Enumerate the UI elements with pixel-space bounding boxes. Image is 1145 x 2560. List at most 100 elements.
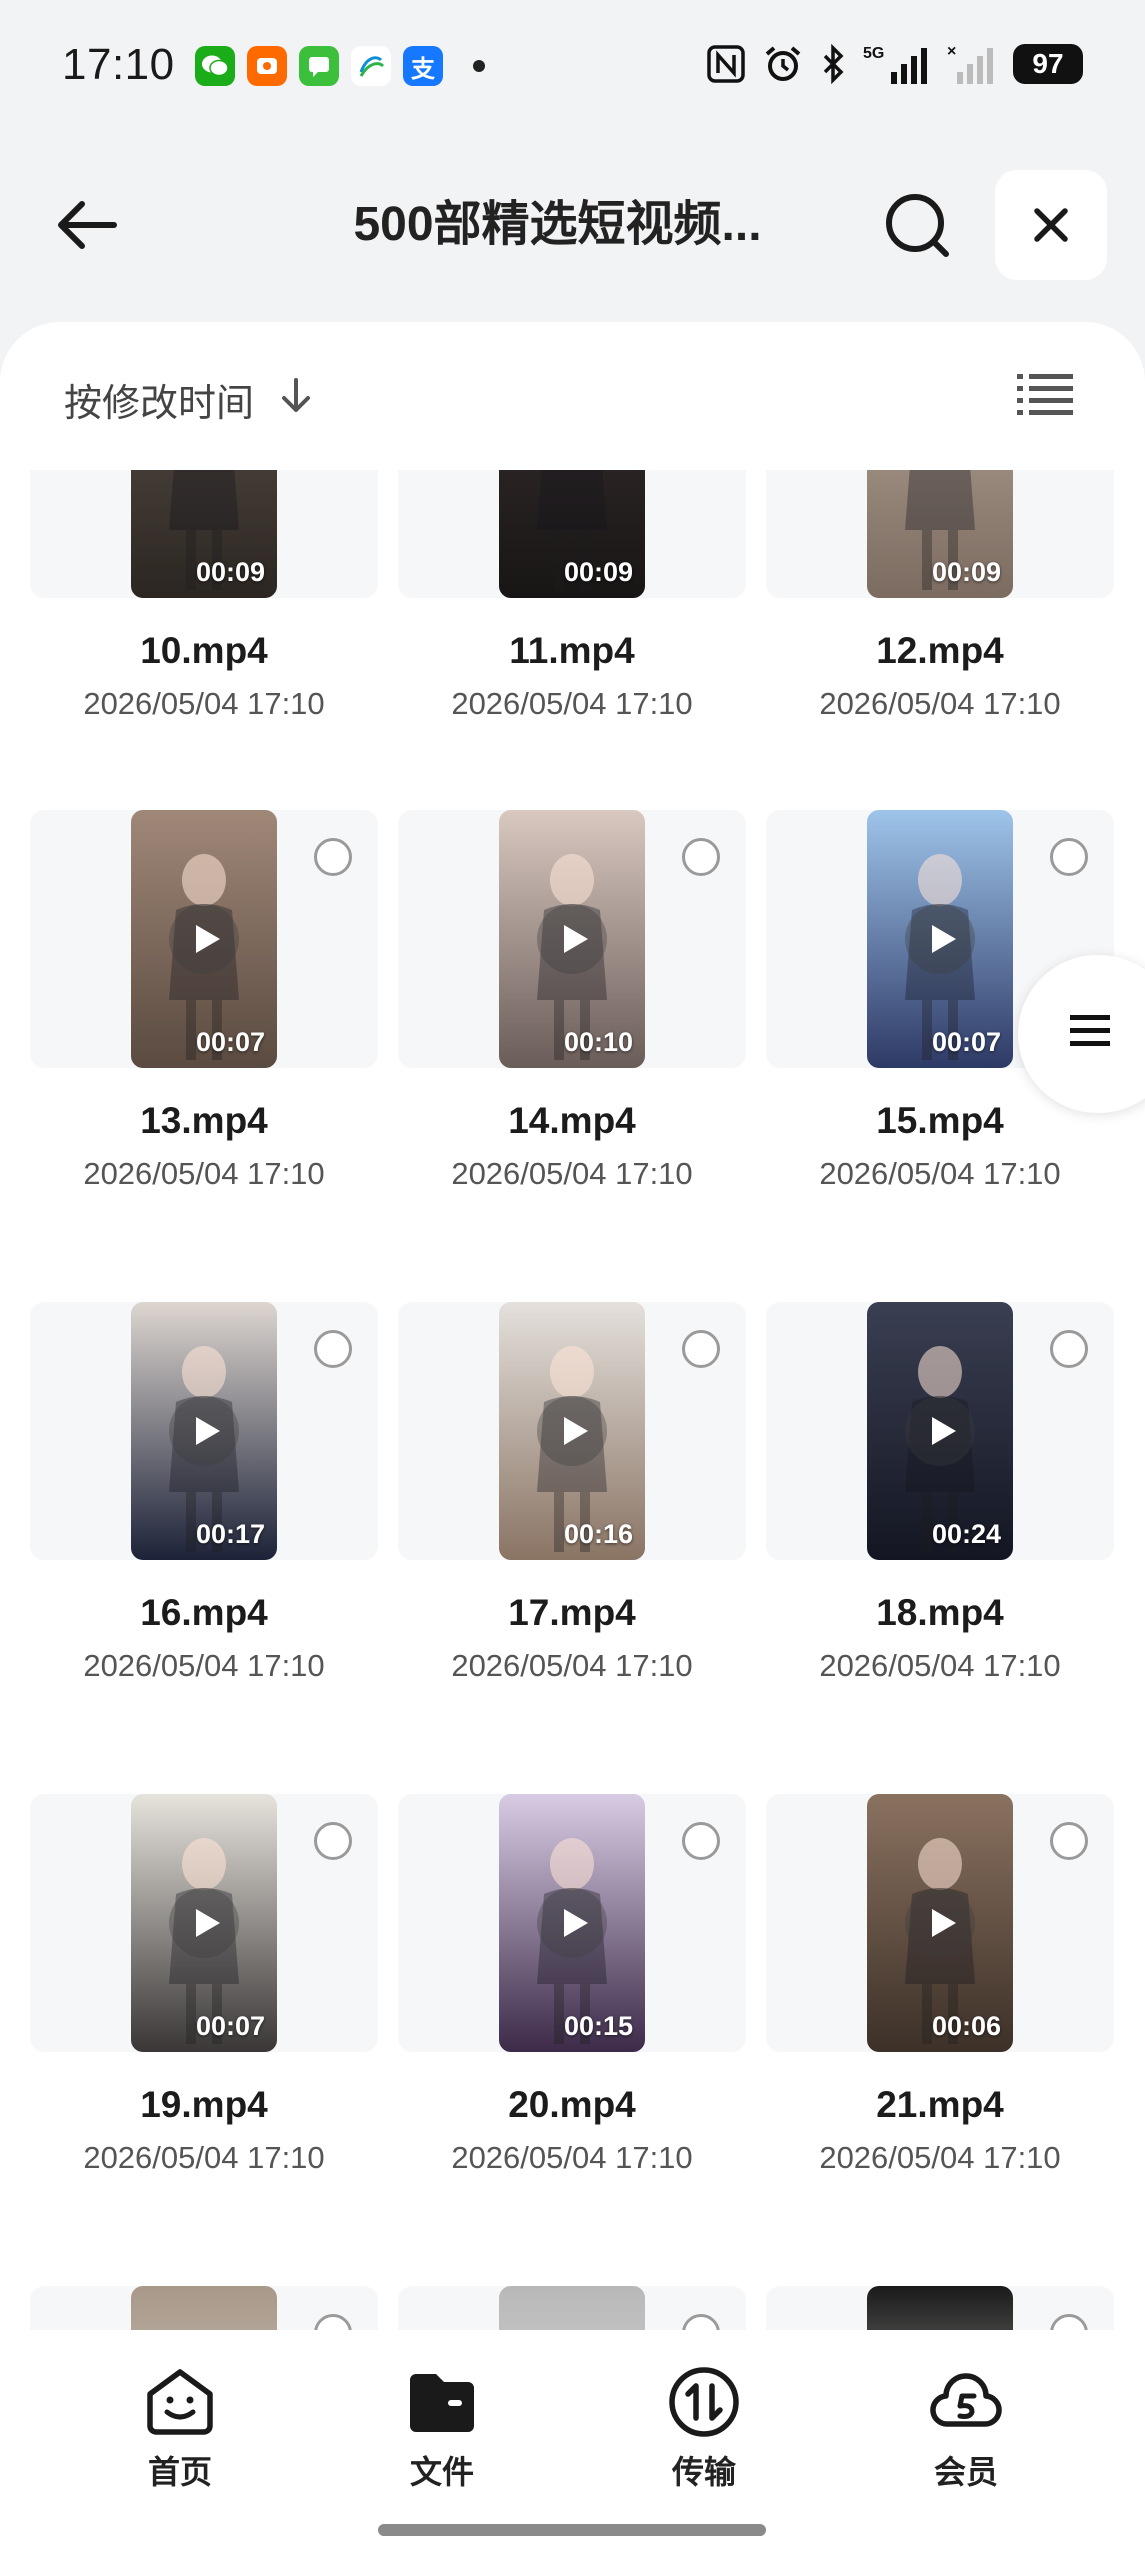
back-button[interactable] <box>52 190 122 260</box>
video-thumbnail[interactable]: 00:09 <box>867 470 1013 598</box>
file-name: 14.mp4 <box>508 1100 636 1141</box>
video-thumbnail[interactable]: 00:16 <box>499 1302 645 1560</box>
video-duration: 00:16 <box>563 1519 633 1549</box>
video-duration: 00:06 <box>931 2011 1001 2041</box>
file-modified-date: 2026/05/04 17:10 <box>819 1156 1061 1191</box>
thumbnail-figure <box>499 2286 645 2330</box>
status-bar: 17:10 支 5G × 97 <box>0 0 1145 140</box>
video-file-card[interactable]: 00:17 16.mp4 2026/05/04 17:10 <box>30 1302 378 1684</box>
list-view-icon <box>1017 374 1073 415</box>
video-thumbnail-frame[interactable] <box>766 2286 1114 2330</box>
video-file-card[interactable] <box>398 2286 746 2330</box>
thumbnail-figure <box>131 2286 277 2330</box>
video-thumbnail[interactable]: 00:17 <box>131 1302 277 1560</box>
video-thumbnail-frame[interactable]: 00:07 <box>30 1794 378 2052</box>
arrow-left-icon <box>58 201 117 249</box>
play-icon <box>537 904 607 974</box>
video-thumbnail-frame[interactable]: 00:09 <box>766 470 1114 598</box>
folder-icon <box>410 2374 474 2432</box>
video-file-card[interactable]: 00:06 21.mp4 2026/05/04 17:10 <box>766 1794 1114 2176</box>
file-modified-date: 2026/05/04 17:10 <box>83 1156 325 1191</box>
file-name: 19.mp4 <box>140 2084 268 2125</box>
video-thumbnail[interactable]: 00:15 <box>499 1794 645 2052</box>
play-icon <box>905 1396 975 1466</box>
wechat-icon <box>195 46 235 86</box>
select-checkbox[interactable] <box>1050 2314 1088 2330</box>
video-thumbnail-frame[interactable]: 00:24 <box>766 1302 1114 1560</box>
video-thumbnail[interactable] <box>131 2286 277 2330</box>
select-checkbox[interactable] <box>682 2314 720 2330</box>
video-file-card[interactable]: 00:09 10.mp4 2026/05/04 17:10 <box>30 470 378 722</box>
video-file-card[interactable]: 00:09 12.mp4 2026/05/04 17:10 <box>766 470 1114 722</box>
video-thumbnail[interactable] <box>867 2286 1013 2330</box>
system-status-icons: 5G × 97 <box>707 40 1083 88</box>
vip-cloud-icon <box>930 2373 1002 2427</box>
nav-transfer[interactable]: 传输 <box>644 2364 764 2493</box>
home-indicator <box>378 2524 766 2536</box>
select-checkbox[interactable] <box>314 2314 352 2330</box>
select-checkbox[interactable] <box>314 838 352 876</box>
sort-by-modified-time[interactable]: 按修改时间 <box>64 372 254 427</box>
video-duration: 00:07 <box>195 1027 265 1057</box>
signal-5g-icon: 5G <box>863 40 929 88</box>
video-thumbnail-frame[interactable]: 00:17 <box>30 1302 378 1560</box>
video-thumbnail[interactable]: 00:09 <box>131 470 277 598</box>
title-bar: 500部精选短视频... <box>0 160 1145 290</box>
video-file-card[interactable]: 00:09 11.mp4 2026/05/04 17:10 <box>398 470 746 722</box>
video-thumbnail-frame[interactable]: 00:07 <box>30 810 378 1068</box>
video-thumbnail-frame[interactable] <box>30 2286 378 2330</box>
video-thumbnail-frame[interactable]: 00:09 <box>398 470 746 598</box>
video-thumbnail[interactable]: 00:07 <box>867 810 1013 1068</box>
status-time: 17:10 <box>62 40 175 89</box>
video-file-card[interactable]: 00:07 13.mp4 2026/05/04 17:10 <box>30 810 378 1192</box>
video-file-card[interactable]: 00:24 18.mp4 2026/05/04 17:10 <box>766 1302 1114 1684</box>
video-thumbnail-frame[interactable]: 00:09 <box>30 470 378 598</box>
video-thumbnail[interactable]: 00:07 <box>131 1794 277 2052</box>
video-file-card[interactable]: 00:10 14.mp4 2026/05/04 17:10 <box>398 810 746 1192</box>
select-checkbox[interactable] <box>314 1822 352 1860</box>
select-checkbox[interactable] <box>1050 1822 1088 1860</box>
video-thumbnail[interactable]: 00:24 <box>867 1302 1013 1560</box>
close-button[interactable] <box>995 170 1107 280</box>
video-thumbnail-frame[interactable]: 00:06 <box>766 1794 1114 2052</box>
video-thumbnail[interactable]: 00:10 <box>499 810 645 1068</box>
video-thumbnail[interactable]: 00:07 <box>131 810 277 1068</box>
file-modified-date: 2026/05/04 17:10 <box>819 2140 1061 2175</box>
search-button[interactable] <box>882 190 954 262</box>
select-checkbox[interactable] <box>1050 1330 1088 1368</box>
play-icon <box>905 1888 975 1958</box>
list-view-button[interactable] <box>1017 372 1073 418</box>
play-icon <box>905 904 975 974</box>
video-file-card[interactable]: 00:16 17.mp4 2026/05/04 17:10 <box>398 1302 746 1684</box>
file-modified-date: 2026/05/04 17:10 <box>451 1648 693 1683</box>
select-checkbox[interactable] <box>682 1330 720 1368</box>
select-checkbox[interactable] <box>1050 838 1088 876</box>
video-thumbnail-frame[interactable]: 00:15 <box>398 1794 746 2052</box>
video-file-card[interactable] <box>30 2286 378 2330</box>
nav-files[interactable]: 文件 <box>382 2364 502 2493</box>
select-checkbox[interactable] <box>314 1330 352 1368</box>
file-name: 21.mp4 <box>876 2084 1004 2125</box>
file-modified-date: 2026/05/04 17:10 <box>451 2140 693 2175</box>
more-notifications-dot <box>473 60 485 72</box>
video-thumbnail-frame[interactable]: 00:16 <box>398 1302 746 1560</box>
nav-vip[interactable]: 会员 <box>906 2364 1026 2493</box>
video-file-card[interactable]: 00:07 19.mp4 2026/05/04 17:10 <box>30 1794 378 2176</box>
video-file-card[interactable]: 00:15 20.mp4 2026/05/04 17:10 <box>398 1794 746 2176</box>
video-thumbnail[interactable] <box>499 2286 645 2330</box>
video-thumbnail[interactable]: 00:09 <box>499 470 645 598</box>
video-thumbnail[interactable]: 00:06 <box>867 1794 1013 2052</box>
file-modified-date: 2026/05/04 17:10 <box>451 1156 693 1191</box>
nav-home[interactable]: 首页 <box>120 2364 240 2493</box>
file-name: 16.mp4 <box>140 1592 268 1633</box>
video-file-card[interactable] <box>766 2286 1114 2330</box>
select-checkbox[interactable] <box>682 1822 720 1860</box>
file-modified-date: 2026/05/04 17:10 <box>83 686 325 721</box>
messages-icon <box>299 46 339 86</box>
notification-icons: 支 <box>195 46 485 86</box>
video-thumbnail-frame[interactable] <box>398 2286 746 2330</box>
sort-direction-button[interactable] <box>278 376 314 416</box>
select-checkbox[interactable] <box>682 838 720 876</box>
nav-files-label: 文件 <box>409 2454 474 2490</box>
video-thumbnail-frame[interactable]: 00:10 <box>398 810 746 1068</box>
